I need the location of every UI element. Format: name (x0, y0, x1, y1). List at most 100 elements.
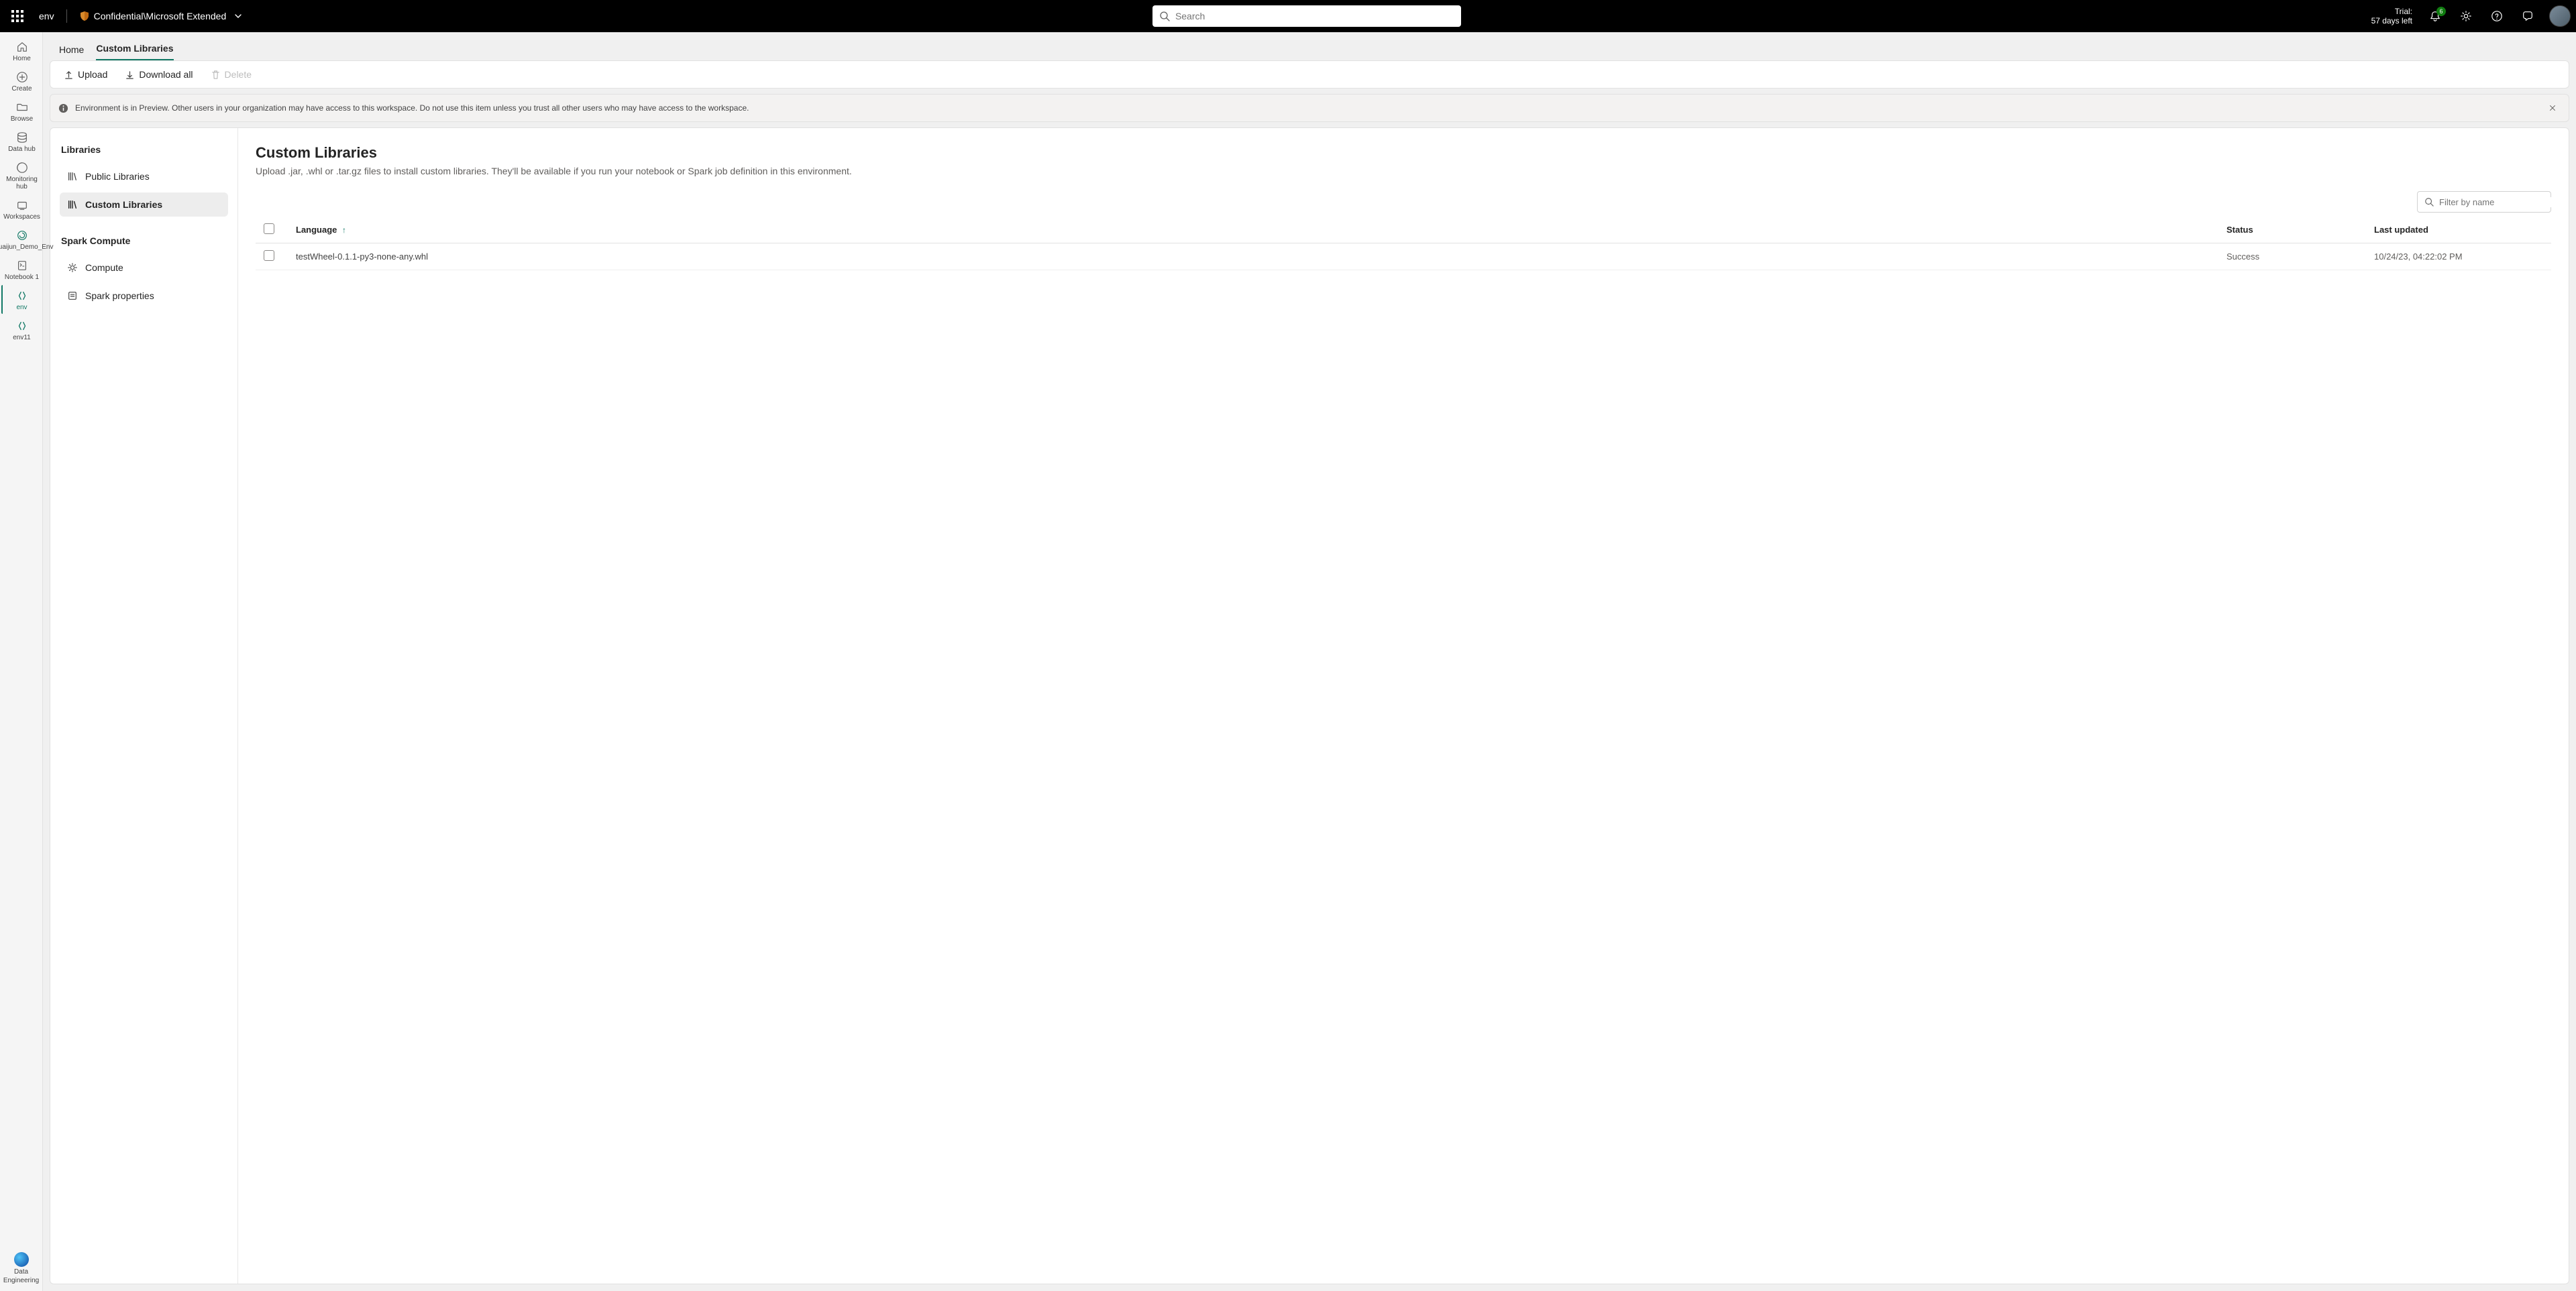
user-avatar[interactable] (2549, 5, 2571, 27)
row-checkbox[interactable] (264, 250, 274, 261)
side-compute-label: Compute (85, 262, 123, 273)
rail-home[interactable]: Home (1, 36, 42, 65)
page-tabs: Home Custom Libraries (50, 38, 2569, 60)
search-icon (1159, 11, 1170, 21)
side-public-lib-label: Public Libraries (85, 171, 150, 182)
content-panel: Libraries Public Libraries Custom Librar… (50, 127, 2569, 1284)
side-custom-lib-label: Custom Libraries (85, 199, 162, 210)
chevron-down-icon (234, 12, 242, 20)
properties-icon (66, 290, 78, 302)
side-sparkprops-label: Spark properties (85, 290, 154, 301)
trash-icon (211, 70, 221, 80)
banner-text: Environment is in Preview. Other users i… (75, 103, 749, 113)
sensitivity-dropdown[interactable]: Confidential\Microsoft Extended (79, 11, 243, 21)
col-language[interactable]: Language ↑ (296, 225, 2226, 235)
table-row[interactable]: testWheel-0.1.1-py3-none-any.whl Success… (256, 243, 2551, 270)
side-spark-properties[interactable]: Spark properties (60, 284, 228, 308)
row-name: testWheel-0.1.1-py3-none-any.whl (296, 251, 2226, 262)
rail-datahub[interactable]: Data hub (1, 127, 42, 156)
rail-env-label: env (16, 304, 27, 311)
row-updated: 10/24/23, 04:22:02 PM (2374, 251, 2548, 262)
feedback-button[interactable] (2516, 4, 2540, 28)
side-libraries-title: Libraries (61, 144, 227, 155)
workspace: Home Custom Libraries Upload Download al… (43, 32, 2576, 1291)
global-search[interactable] (1152, 5, 1461, 27)
upload-button[interactable]: Upload (61, 66, 110, 82)
rail-workspace-item[interactable]: Shuaijun_Demo_Env (1, 225, 42, 254)
rail-env11[interactable]: env11 (1, 315, 42, 344)
notifications-button[interactable]: 6 (2423, 4, 2447, 28)
side-custom-libraries[interactable]: Custom Libraries (60, 192, 228, 217)
gear-icon (66, 262, 78, 274)
database-icon (15, 131, 29, 144)
env-icon (15, 289, 29, 302)
global-search-input[interactable] (1175, 11, 1454, 21)
rail-create[interactable]: Create (1, 66, 42, 95)
download-all-button[interactable]: Download all (122, 66, 195, 82)
search-icon (2424, 197, 2434, 207)
download-icon (125, 70, 135, 80)
trial-line1: Trial: (2371, 7, 2412, 16)
rail-monitoring[interactable]: Monitoring hub (1, 157, 42, 193)
help-button[interactable] (2485, 4, 2509, 28)
rail-notebook1-label: Notebook 1 (5, 274, 39, 281)
rail-workspaces-label: Workspaces (3, 213, 40, 221)
workspace-icon (15, 229, 29, 242)
data-engineering-icon (14, 1252, 29, 1267)
trial-status: Trial: 57 days left (2371, 7, 2412, 25)
app-launcher-button[interactable] (5, 4, 30, 28)
waffle-icon (11, 10, 23, 22)
rail-bottom-l1: Data (14, 1268, 28, 1276)
col-status[interactable]: Status (2226, 225, 2374, 235)
tab-home[interactable]: Home (59, 44, 84, 60)
delete-button: Delete (208, 66, 254, 82)
rail-env11-label: env11 (13, 334, 31, 341)
side-compute[interactable]: Compute (60, 256, 228, 280)
tab-custom-libraries[interactable]: Custom Libraries (96, 43, 173, 60)
rail-env[interactable]: env (1, 285, 42, 314)
col-last-updated[interactable]: Last updated (2374, 225, 2548, 235)
header-env-name: env (39, 11, 54, 21)
side-public-libraries[interactable]: Public Libraries (60, 164, 228, 188)
upload-icon (64, 70, 74, 80)
shield-icon (79, 11, 90, 21)
rail-browse[interactable]: Browse (1, 97, 42, 125)
banner-close-button[interactable] (2544, 100, 2561, 116)
monitor-icon (15, 161, 29, 174)
col-language-label: Language (296, 225, 337, 235)
rail-browse-label: Browse (11, 115, 33, 123)
toolbar: Upload Download all Delete (50, 60, 2569, 89)
rail-workspaces[interactable]: Workspaces (1, 194, 42, 223)
left-rail: Home Create Browse Data hub Monitoring h… (0, 32, 43, 1291)
upload-label: Upload (78, 69, 107, 80)
rail-bottom-l2: Engineering (3, 1277, 39, 1284)
plus-circle-icon (15, 70, 29, 84)
rail-home-label: Home (13, 55, 31, 62)
filter-input[interactable] (2439, 197, 2557, 207)
select-all-checkbox[interactable] (264, 223, 274, 234)
rail-ws-label: Shuaijun_Demo_Env (0, 243, 53, 251)
folder-icon (15, 101, 29, 114)
sort-asc-icon: ↑ (342, 225, 346, 235)
download-all-label: Download all (139, 69, 193, 80)
close-icon (2548, 104, 2557, 112)
page-description: Upload .jar, .whl or .tar.gz files to in… (256, 166, 2551, 176)
filter-by-name[interactable] (2417, 191, 2551, 213)
env-icon (15, 319, 29, 333)
settings-sidebar: Libraries Public Libraries Custom Librar… (50, 128, 238, 1284)
library-icon (66, 170, 78, 182)
info-icon (58, 103, 68, 113)
delete-label: Delete (225, 69, 252, 80)
workspaces-icon (15, 199, 29, 212)
rail-notebook1[interactable]: Notebook 1 (1, 255, 42, 284)
notification-badge: 6 (2436, 7, 2446, 16)
panel-main: Custom Libraries Upload .jar, .whl or .t… (238, 128, 2569, 1284)
side-sparkcompute-title: Spark Compute (61, 235, 227, 246)
rail-persona-switcher[interactable]: Data Engineering (1, 1248, 42, 1291)
rail-datahub-label: Data hub (8, 146, 36, 153)
settings-button[interactable] (2454, 4, 2478, 28)
header-divider (66, 9, 67, 23)
rail-monitoring-label: Monitoring hub (4, 176, 40, 190)
global-header: env Confidential\Microsoft Extended Tria… (0, 0, 2576, 32)
table-header: Language ↑ Status Last updated (256, 217, 2551, 243)
